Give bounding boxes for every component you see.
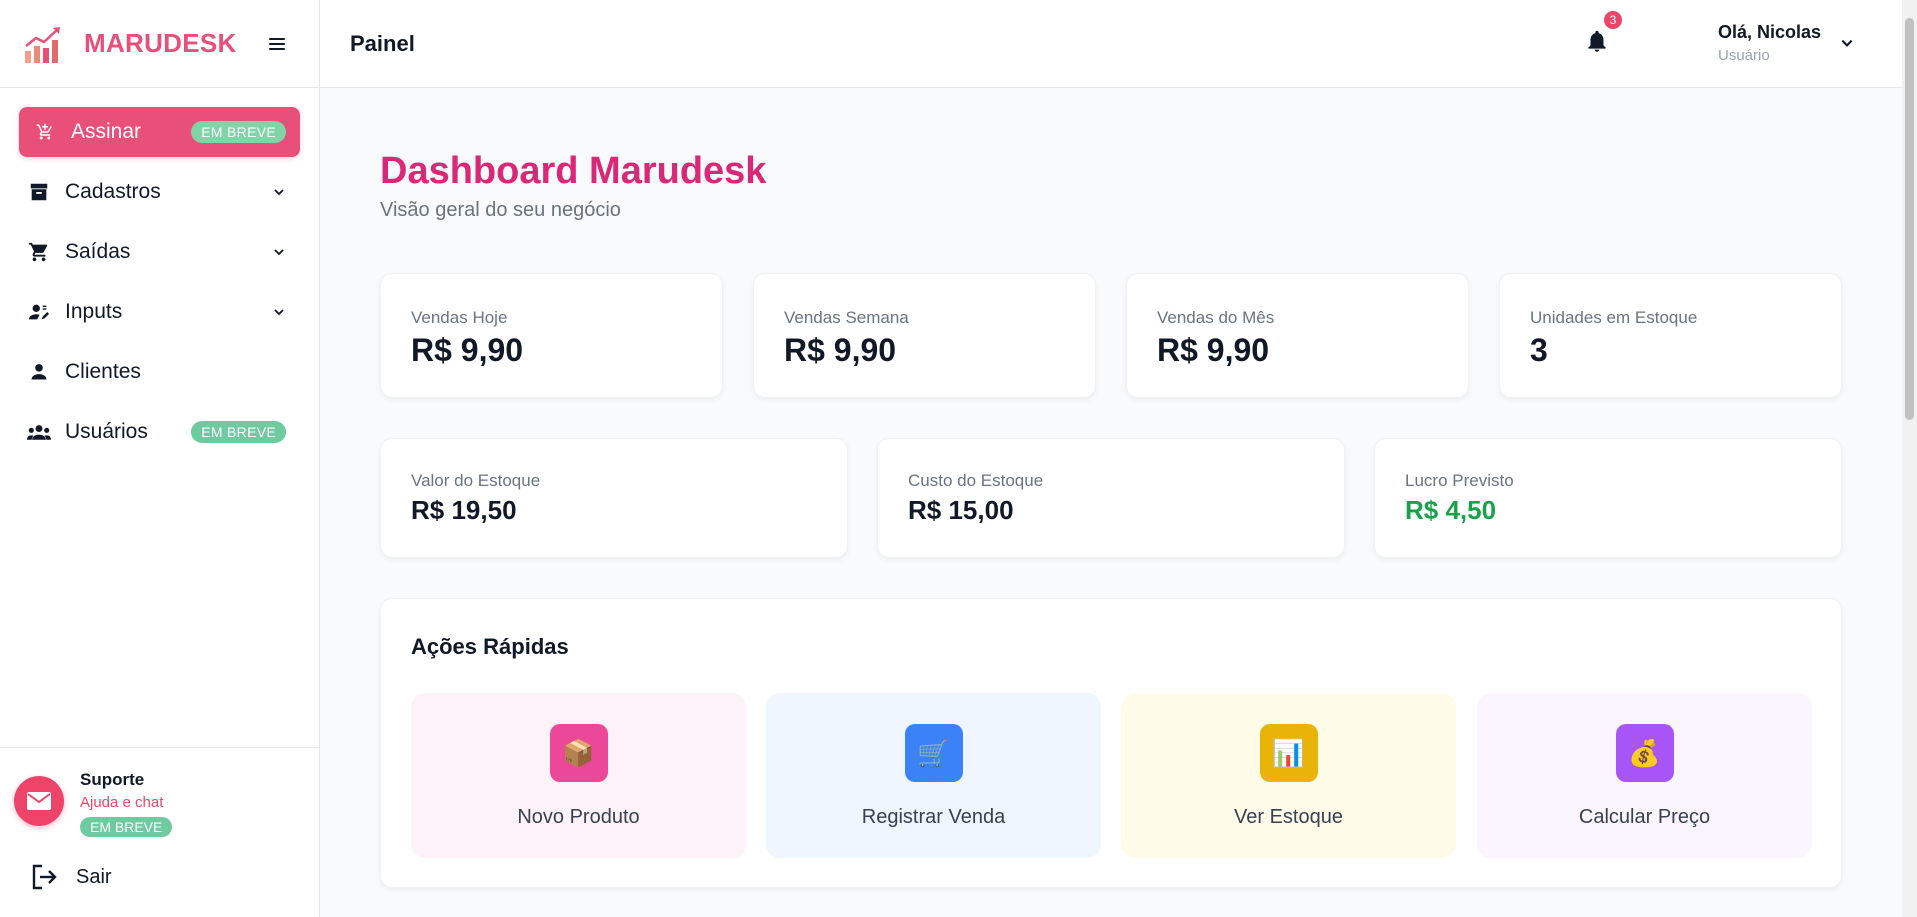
stat-card-valor-estoque: Valor do Estoque R$ 19,50 xyxy=(380,438,848,558)
stat-label: Custo do Estoque xyxy=(908,471,1044,490)
quick-action-novo-produto[interactable]: 📦 Novo Produto xyxy=(411,693,746,858)
stat-label: Valor do Estoque xyxy=(411,471,541,490)
user-greeting: Olá, Nicolas xyxy=(1718,22,1822,42)
user-menu[interactable]: Olá, Nicolas Usuário xyxy=(1718,22,1821,64)
user-edit-icon xyxy=(27,300,51,324)
page-header-title: Painel xyxy=(350,30,415,56)
coming-soon-badge: EM BREVE xyxy=(191,121,286,143)
cart-icon xyxy=(27,240,51,264)
quick-action-ver-estoque[interactable]: 📊 Ver Estoque xyxy=(1121,693,1456,858)
chevron-down-icon xyxy=(272,305,286,319)
stat-label: Lucro Previsto xyxy=(1405,471,1514,490)
sidebar-item-usuarios[interactable]: Usuários EM BREVE xyxy=(19,407,300,457)
stat-label: Unidades em Estoque xyxy=(1530,308,1698,327)
sidebar-item-label: Saídas xyxy=(65,240,131,263)
mail-icon[interactable] xyxy=(14,776,64,826)
page-title: Dashboard Marudesk xyxy=(380,150,767,192)
support-text: Suporte Ajuda e chat EM BREVE xyxy=(80,768,173,837)
stat-label: Vendas Semana xyxy=(784,308,909,327)
stat-value: 3 xyxy=(1530,332,1548,368)
sidebar-item-cadastros[interactable]: Cadastros xyxy=(19,167,300,217)
chevron-down-icon xyxy=(272,185,286,199)
users-icon xyxy=(27,420,51,444)
sidebar-item-label: Clientes xyxy=(65,360,141,383)
logout-label: Sair xyxy=(76,865,112,888)
quick-action-registrar-venda[interactable]: 🛒 Registrar Venda xyxy=(766,693,1101,858)
sidebar-item-assinar[interactable]: Assinar EM BREVE xyxy=(19,107,300,157)
user-role: Usuário xyxy=(1718,47,1770,64)
sidebar-nav: Assinar EM BREVE Cadastros Saídas Inputs xyxy=(0,88,319,457)
coming-soon-badge: EM BREVE xyxy=(191,421,286,443)
notification-count-badge[interactable]: 3 xyxy=(1604,11,1622,29)
stat-value: R$ 15,00 xyxy=(908,495,1014,525)
shopping-cart-icon: 🛒 xyxy=(904,724,963,782)
quick-action-label: Ver Estoque xyxy=(1234,806,1343,828)
page-subtitle: Visão geral do seu negócio xyxy=(380,199,621,221)
stat-value: R$ 9,90 xyxy=(784,332,897,368)
sidebar-item-label: Usuários xyxy=(65,420,148,443)
package-icon: 📦 xyxy=(549,724,608,782)
bell-icon[interactable] xyxy=(1584,28,1610,54)
user-icon xyxy=(27,360,51,384)
stat-value: R$ 19,50 xyxy=(411,495,517,525)
chevron-down-icon[interactable] xyxy=(1840,36,1854,50)
sidebar-item-label: Cadastros xyxy=(65,180,161,203)
logout-button[interactable]: Sair xyxy=(14,863,306,891)
sidebar-item-clientes[interactable]: Clientes xyxy=(19,347,300,397)
stat-label: Vendas Hoje xyxy=(411,308,508,327)
page-scrollbar[interactable] xyxy=(1902,0,1917,917)
dashboard-main: Dashboard Marudesk Visão geral do seu ne… xyxy=(380,150,1842,888)
brand-header: MARUDESK xyxy=(0,0,319,88)
sidebar-item-label: Assinar xyxy=(71,120,142,143)
scrollbar-thumb[interactable] xyxy=(1905,18,1914,420)
sidebar-item-label: Inputs xyxy=(65,300,123,323)
quick-action-label: Registrar Venda xyxy=(861,806,1006,828)
bar-chart-icon: 📊 xyxy=(1259,724,1318,782)
stat-card-lucro-previsto: Lucro Previsto R$ 4,50 xyxy=(1374,438,1842,558)
quick-action-label: Novo Produto xyxy=(517,806,640,828)
sidebar-item-inputs[interactable]: Inputs xyxy=(19,287,300,337)
support-title: Suporte xyxy=(80,770,145,789)
stat-card-unidades-estoque: Unidades em Estoque 3 xyxy=(1499,273,1842,398)
menu-toggle-icon[interactable] xyxy=(269,35,291,53)
stat-label: Vendas do Mês xyxy=(1157,308,1275,327)
support-section: Suporte Ajuda e chat EM BREVE Sair xyxy=(0,747,320,891)
coming-soon-badge: EM BREVE xyxy=(80,817,173,837)
stat-card-vendas-hoje: Vendas Hoje R$ 9,90 xyxy=(380,273,723,398)
stat-card-vendas-semana: Vendas Semana R$ 9,90 xyxy=(753,273,1096,398)
money-bag-icon: 💰 xyxy=(1615,724,1674,782)
logout-icon xyxy=(32,864,57,890)
chevron-down-icon xyxy=(272,245,286,259)
quick-actions-panel: Ações Rápidas 📦 Novo Produto 🛒 Registrar… xyxy=(380,598,1842,888)
growth-chart-logo-icon[interactable] xyxy=(24,24,64,64)
quick-action-label: Calcular Preço xyxy=(1578,806,1711,828)
support-subtitle: Ajuda e chat xyxy=(80,794,164,811)
stat-card-vendas-mes: Vendas do Mês R$ 9,90 xyxy=(1126,273,1469,398)
stat-card-custo-estoque: Custo do Estoque R$ 15,00 xyxy=(877,438,1345,558)
sidebar-item-saidas[interactable]: Saídas xyxy=(19,227,300,277)
stat-value: R$ 9,90 xyxy=(411,332,524,368)
sidebar: MARUDESK Assinar EM BREVE Cadastros Saíd… xyxy=(0,0,320,917)
cart-plus-icon xyxy=(33,120,57,144)
stat-value: R$ 4,50 xyxy=(1405,495,1497,525)
quick-actions-title: Ações Rápidas xyxy=(411,634,569,659)
top-header: Painel 3 Olá, Nicolas Usuário xyxy=(320,0,1902,88)
quick-action-calcular-preco[interactable]: 💰 Calcular Preço xyxy=(1477,693,1812,858)
brand-name[interactable]: MARUDESK xyxy=(84,28,237,59)
stat-value: R$ 9,90 xyxy=(1157,332,1270,368)
support-card[interactable]: Suporte Ajuda e chat EM BREVE xyxy=(14,768,306,837)
archive-icon xyxy=(27,180,51,204)
